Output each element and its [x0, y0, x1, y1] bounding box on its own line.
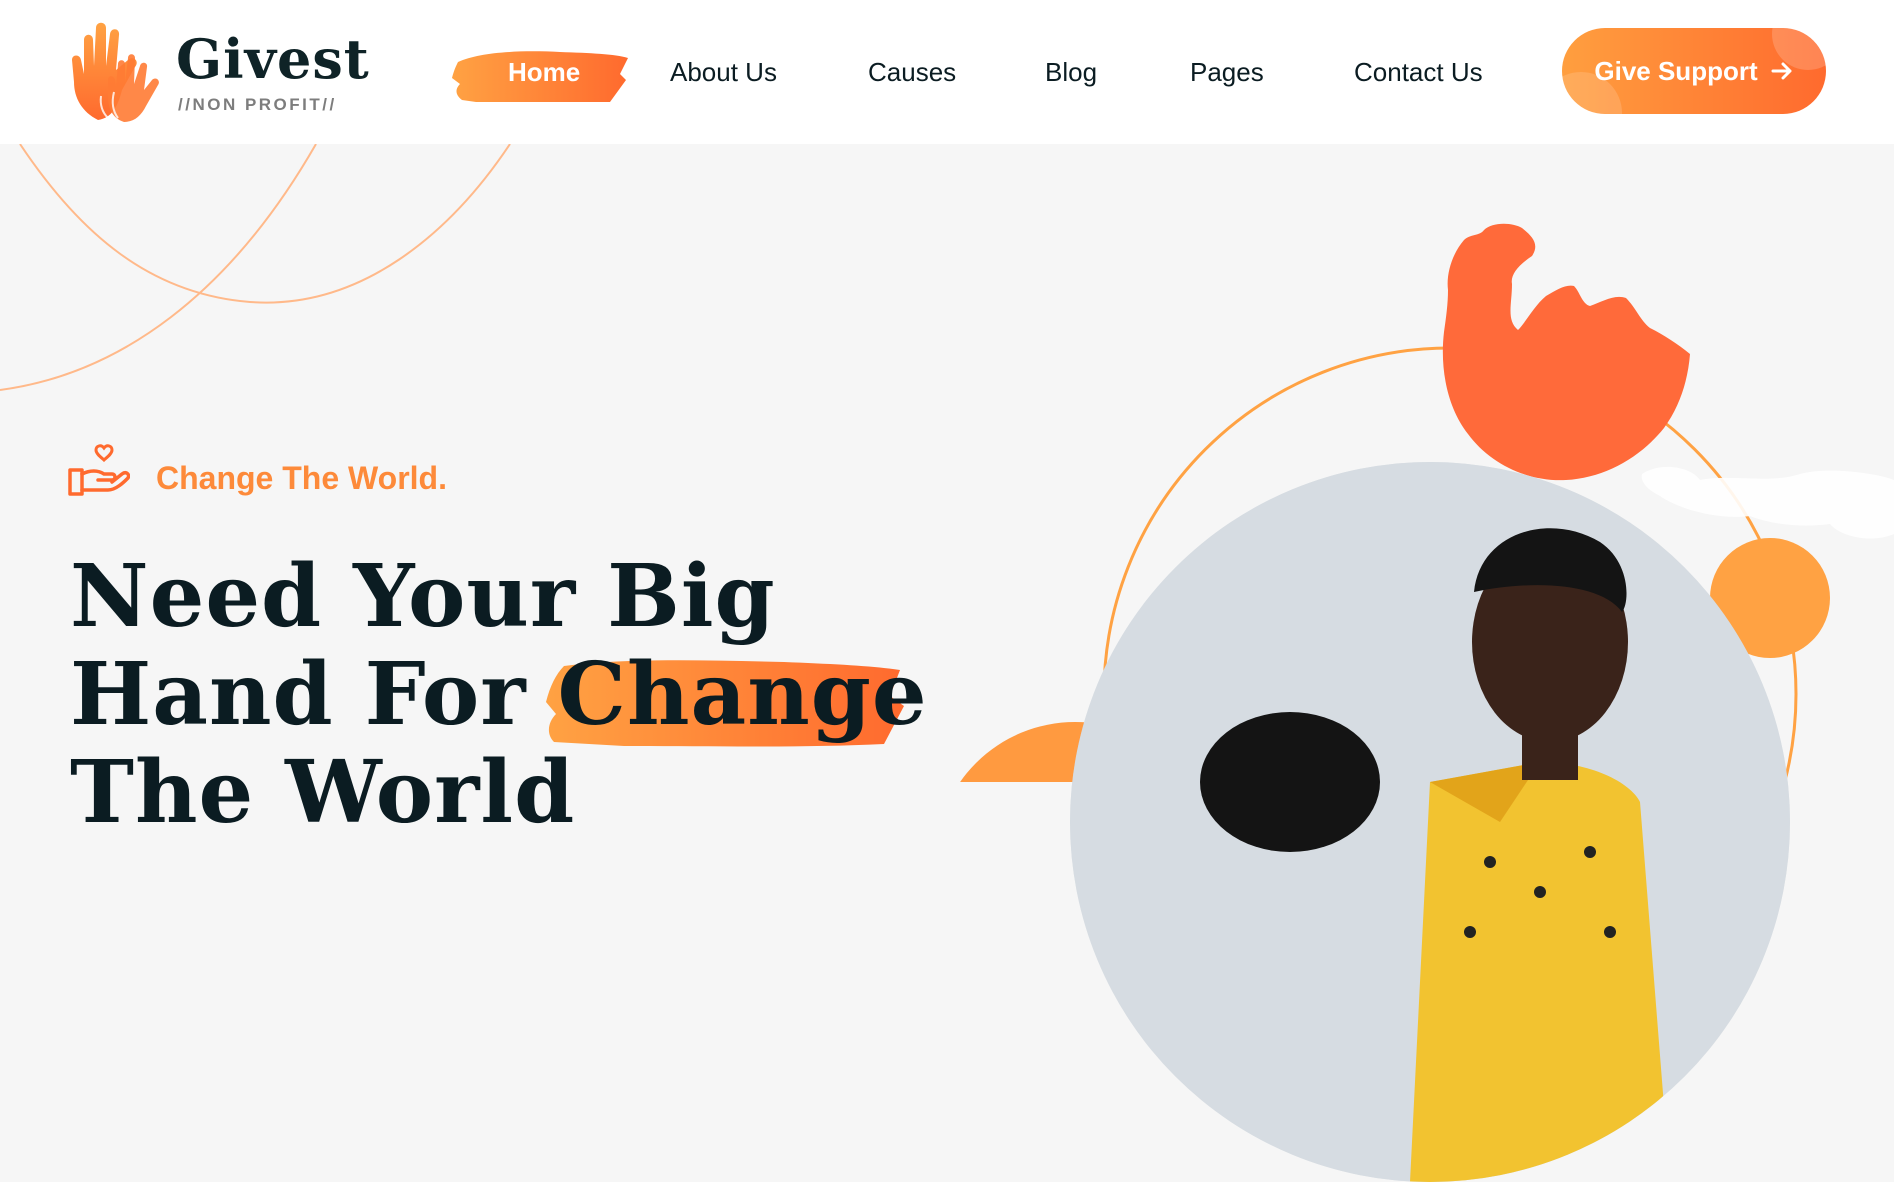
nav-item-about[interactable]: About Us	[670, 40, 777, 104]
give-support-button[interactable]: Give Support	[1562, 28, 1826, 114]
nav-item-home[interactable]: Home	[452, 40, 628, 104]
brand-name: Givest	[176, 27, 370, 91]
raised-hands-icon	[72, 22, 159, 122]
brand-tagline: //NON PROFIT//	[178, 95, 337, 114]
decorative-curve	[19, 144, 511, 304]
orange-splat-decoration	[1442, 223, 1690, 481]
nav-item-causes[interactable]: Causes	[868, 40, 956, 104]
hand-with-heart-icon	[68, 444, 130, 496]
arrow-right-icon	[1771, 62, 1792, 80]
headline-line-2-prefix: Hand For	[70, 644, 558, 745]
hero-photo	[1070, 462, 1790, 1182]
site-header: Givest //NON PROFIT// Home About Us Caus…	[0, 0, 1894, 144]
hero-headline: Need Your Big Hand For Change The World	[70, 548, 928, 842]
headline-highlight: Change	[545, 644, 928, 747]
decorative-curve	[0, 144, 317, 391]
headline-line-2: Hand For Change	[70, 644, 928, 747]
hero-eyebrow-text: Change The World.	[156, 460, 447, 496]
nav-item-blog[interactable]: Blog	[1045, 40, 1097, 104]
brand-logo[interactable]: Givest //NON PROFIT//	[68, 20, 369, 124]
headline-line-3: The World	[70, 742, 576, 843]
give-support-label: Give Support	[1594, 55, 1758, 86]
nav-label-home: Home	[508, 57, 581, 87]
headline-highlight-text: Change	[557, 644, 928, 745]
nav-item-pages[interactable]: Pages	[1190, 40, 1264, 104]
nav-item-contact[interactable]: Contact Us	[1354, 40, 1483, 104]
headline-line-1: Need Your Big	[70, 546, 776, 647]
